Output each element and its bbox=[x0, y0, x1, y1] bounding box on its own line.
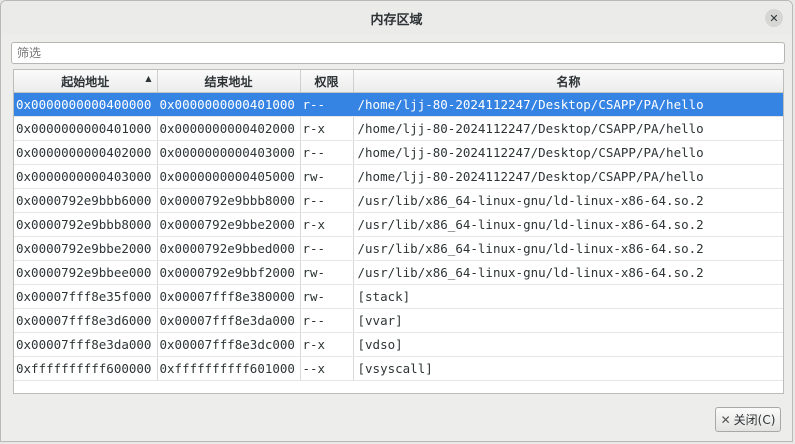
table-row[interactable]: 0x00007fff8e3da000 0x00007fff8e3dc000 r-x[… bbox=[14, 332, 783, 357]
end-address-cell: 0x00007fff8e3dc000 bbox=[157, 332, 301, 357]
table-row[interactable]: 0x0000000000400000 0x0000000000401000 r-- /… bbox=[14, 92, 783, 117]
filter-input[interactable] bbox=[11, 42, 785, 64]
end-address-cell: 0x0000792e9bbf2000 bbox=[157, 260, 301, 285]
table-row[interactable]: 0x0000792e9bbb8000 0x0000792e9bbe2000 r-x /… bbox=[14, 212, 783, 237]
column-header-start-address[interactable]: 起始地址 ▲ bbox=[14, 70, 158, 93]
name-cell: /usr/lib/x86_64-linux-gnu/ld-linux-x86-6… bbox=[353, 236, 783, 261]
table-header-row: 起始地址 ▲ 结束地址 权限 名称 bbox=[14, 70, 783, 93]
start-address-cell: 0x0000792e9bbee000 bbox=[14, 260, 158, 285]
end-address-cell: 0x00007fff8e3da000 bbox=[157, 308, 301, 333]
start-address-cell: 0x0000000000402000 bbox=[14, 140, 158, 165]
column-header-name[interactable]: 名称 bbox=[353, 70, 783, 93]
close-icon[interactable]: ✕ bbox=[765, 9, 783, 27]
start-address-cell: 0x00007fff8e3d6000 bbox=[14, 308, 158, 333]
end-address-cell: 0xffffffffff601000 bbox=[157, 356, 301, 381]
sort-ascending-icon: ▲ bbox=[145, 74, 152, 83]
permissions-cell: r-x bbox=[300, 332, 354, 357]
name-cell: [stack] bbox=[353, 284, 783, 309]
start-address-cell: 0x0000792e9bbb8000 bbox=[14, 212, 158, 237]
name-cell: /usr/lib/x86_64-linux-gnu/ld-linux-x86-6… bbox=[353, 212, 783, 237]
close-icon: ✕ bbox=[720, 412, 731, 427]
close-button-label: 关闭(C) bbox=[733, 413, 776, 427]
permissions-cell: r-- bbox=[300, 92, 354, 117]
end-address-cell: 0x0000000000402000 bbox=[157, 116, 301, 141]
end-address-cell: 0x0000792e9bbe2000 bbox=[157, 212, 301, 237]
permissions-cell: r-x bbox=[300, 212, 354, 237]
end-address-cell: 0x00007fff8e380000 bbox=[157, 284, 301, 309]
close-button[interactable]: ✕ 关闭(C) bbox=[715, 407, 781, 432]
end-address-cell: 0x0000792e9bbb8000 bbox=[157, 188, 301, 213]
permissions-cell: r-- bbox=[300, 188, 354, 213]
memory-regions-dialog: 内存区域 ✕ 起始地址 ▲ 结束地址 权限 bbox=[0, 0, 793, 442]
column-header-label: 名称 bbox=[556, 74, 581, 89]
end-address-cell: 0x0000000000401000 bbox=[157, 92, 301, 117]
table-row[interactable]: 0x0000000000401000 0x0000000000402000 r-x /… bbox=[14, 116, 783, 141]
end-address-cell: 0x0000000000405000 bbox=[157, 164, 301, 189]
start-address-cell: 0x0000000000401000 bbox=[14, 116, 158, 141]
permissions-cell: rw- bbox=[300, 284, 354, 309]
table-row[interactable]: 0x0000792e9bbe2000 0x0000792e9bbed000 r-- /… bbox=[14, 236, 783, 261]
start-address-cell: 0x0000000000400000 bbox=[14, 92, 158, 117]
column-header-label: 权限 bbox=[314, 74, 339, 89]
title-bar[interactable]: 内存区域 ✕ bbox=[1, 1, 792, 35]
permissions-cell: r-x bbox=[300, 116, 354, 141]
start-address-cell: 0x00007fff8e3da000 bbox=[14, 332, 158, 357]
start-address-cell: 0x0000792e9bbe2000 bbox=[14, 236, 158, 261]
column-header-label: 结束地址 bbox=[204, 74, 253, 89]
table-row[interactable]: 0x00007fff8e35f000 0x00007fff8e380000 rw-[… bbox=[14, 284, 783, 309]
dialog-title: 内存区域 bbox=[370, 12, 423, 28]
table-row[interactable]: 0x0000792e9bbb6000 0x0000792e9bbb8000 r-- /… bbox=[14, 188, 783, 213]
permissions-cell: r-- bbox=[300, 308, 354, 333]
end-address-cell: 0x0000000000403000 bbox=[157, 140, 301, 165]
table-body: 0x0000000000400000 0x0000000000401000 r-- /… bbox=[14, 92, 783, 381]
memory-regions-table[interactable]: 起始地址 ▲ 结束地址 权限 名称 0x0000000000400000 0x00… bbox=[13, 69, 784, 394]
permissions-cell: rw- bbox=[300, 164, 354, 189]
name-cell: [vsyscall] bbox=[353, 356, 783, 381]
permissions-cell: r-- bbox=[300, 236, 354, 261]
column-header-permissions[interactable]: 权限 bbox=[300, 70, 354, 93]
name-cell: /home/ljj-80-2024112247/Desktop/CSAPP/PA… bbox=[353, 92, 783, 117]
column-header-label: 起始地址 bbox=[61, 74, 110, 89]
name-cell: [vdso] bbox=[353, 332, 783, 357]
table-row[interactable]: 0x0000000000403000 0x0000000000405000 rw- /… bbox=[14, 164, 783, 189]
start-address-cell: 0x0000000000403000 bbox=[14, 164, 158, 189]
start-address-cell: 0x00007fff8e35f000 bbox=[14, 284, 158, 309]
name-cell: /home/ljj-80-2024112247/Desktop/CSAPP/PA… bbox=[353, 116, 783, 141]
start-address-cell: 0xffffffffff600000 bbox=[14, 356, 158, 381]
permissions-cell: rw- bbox=[300, 260, 354, 285]
table-row[interactable]: 0x0000792e9bbee000 0x0000792e9bbf2000 rw- /… bbox=[14, 260, 783, 285]
name-cell: /usr/lib/x86_64-linux-gnu/ld-linux-x86-6… bbox=[353, 260, 783, 285]
permissions-cell: r-- bbox=[300, 140, 354, 165]
name-cell: /home/ljj-80-2024112247/Desktop/CSAPP/PA… bbox=[353, 140, 783, 165]
name-cell: [vvar] bbox=[353, 308, 783, 333]
name-cell: /home/ljj-80-2024112247/Desktop/CSAPP/PA… bbox=[353, 164, 783, 189]
table-row[interactable]: 0x0000000000402000 0x0000000000403000 r-- /… bbox=[14, 140, 783, 165]
table-row[interactable]: 0x00007fff8e3d6000 0x00007fff8e3da000 r--[… bbox=[14, 308, 783, 333]
end-address-cell: 0x0000792e9bbed000 bbox=[157, 236, 301, 261]
start-address-cell: 0x0000792e9bbb6000 bbox=[14, 188, 158, 213]
column-header-end-address[interactable]: 结束地址 bbox=[157, 70, 301, 93]
table-row[interactable]: 0xffffffffff600000 0xffffffffff601000 --x[… bbox=[14, 356, 783, 381]
name-cell: /usr/lib/x86_64-linux-gnu/ld-linux-x86-6… bbox=[353, 188, 783, 213]
permissions-cell: --x bbox=[300, 356, 354, 381]
